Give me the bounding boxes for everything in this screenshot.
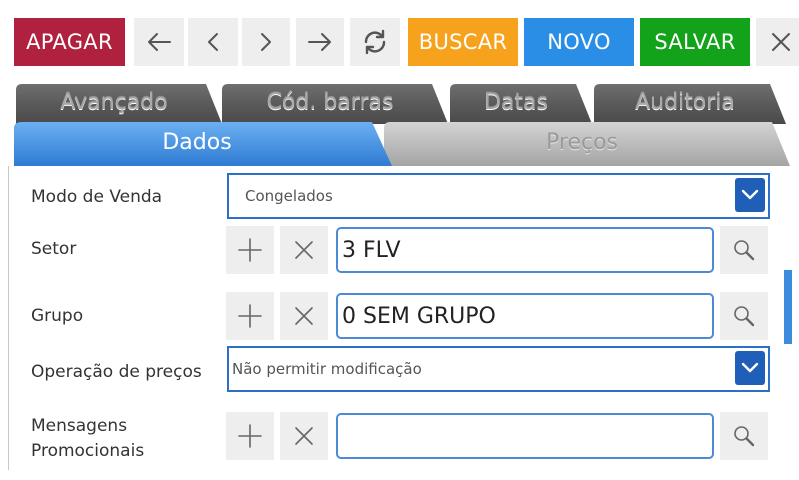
setor-search-button[interactable]	[720, 226, 768, 274]
first-record-button[interactable]	[134, 18, 184, 66]
close-icon	[295, 427, 313, 445]
search-icon	[734, 426, 755, 447]
chevron-down-icon[interactable]	[735, 178, 765, 212]
close-button[interactable]	[756, 18, 799, 66]
apagar-label: APAGAR	[26, 30, 113, 54]
mensagens-search-button[interactable]	[720, 412, 768, 460]
buscar-label: BUSCAR	[418, 30, 508, 54]
next-record-button[interactable]	[242, 18, 290, 66]
modo-venda-label: Modo de Venda	[31, 187, 163, 207]
previous-record-button[interactable]	[188, 18, 238, 66]
mensagens-label-line2: Promocionais	[31, 441, 145, 461]
search-icon	[734, 240, 755, 261]
operacao-precos-value: Não permitir modificação	[232, 360, 422, 378]
mensagens-label-line1: Mensagens	[31, 416, 128, 436]
refresh-button[interactable]	[350, 18, 400, 66]
grupo-value: 0 SEM GRUPO	[342, 303, 496, 329]
apagar-button[interactable]: APAGAR	[14, 18, 125, 66]
novo-label: NOVO	[547, 30, 611, 54]
setor-clear-button[interactable]	[280, 226, 328, 274]
close-icon	[772, 33, 790, 51]
last-record-button[interactable]	[296, 18, 344, 66]
mensagens-input[interactable]	[336, 413, 714, 459]
grupo-clear-button[interactable]	[280, 292, 328, 340]
refresh-icon	[364, 29, 386, 55]
chevron-down-icon[interactable]	[735, 351, 765, 385]
operacao-precos-select[interactable]: Não permitir modificação	[227, 346, 770, 392]
tab-dados-label: Dados	[162, 130, 232, 155]
setor-input[interactable]: 3 FLV	[336, 227, 714, 273]
setor-label: Setor	[31, 239, 77, 259]
form-dados: Modo de Venda Congelados Setor 3 FLV Gru…	[8, 166, 782, 470]
search-icon	[734, 306, 755, 327]
chevron-right-icon	[261, 33, 271, 51]
operacao-precos-label: Operação de preços	[31, 362, 202, 382]
arrow-left-icon	[148, 33, 171, 51]
mensagens-add-button[interactable]	[226, 412, 274, 460]
modo-venda-select[interactable]: Congelados	[227, 173, 770, 219]
plus-icon	[238, 238, 262, 262]
mensagens-label: Mensagens Promocionais	[31, 414, 144, 464]
grupo-add-button[interactable]	[226, 292, 274, 340]
tab-precos-label: Preços	[546, 130, 618, 155]
salvar-button[interactable]: SALVAR	[640, 18, 750, 66]
buscar-button[interactable]: BUSCAR	[408, 18, 518, 66]
setor-add-button[interactable]	[226, 226, 274, 274]
setor-value: 3 FLV	[342, 237, 401, 263]
mensagens-clear-button[interactable]	[280, 412, 328, 460]
grupo-label: Grupo	[31, 306, 84, 326]
tab-dados[interactable]: Dados	[14, 122, 380, 166]
tab-precos[interactable]: Preços	[384, 122, 780, 166]
close-icon	[295, 241, 313, 259]
salvar-label: SALVAR	[654, 30, 736, 54]
tab-bar: Avançado Cód. barras Datas Auditoria Dad…	[0, 80, 799, 166]
plus-icon	[238, 424, 262, 448]
grupo-input[interactable]: 0 SEM GRUPO	[336, 293, 714, 339]
plus-icon	[238, 304, 262, 328]
grupo-search-button[interactable]	[720, 292, 768, 340]
chevron-left-icon	[208, 33, 218, 51]
arrow-right-icon	[308, 33, 331, 51]
modo-venda-value: Congelados	[245, 187, 333, 205]
close-icon	[295, 307, 313, 325]
novo-button[interactable]: NOVO	[524, 18, 634, 66]
toolbar: APAGAR BUSCAR NOVO SALVAR	[0, 0, 799, 80]
vertical-scrollbar[interactable]	[784, 270, 792, 344]
